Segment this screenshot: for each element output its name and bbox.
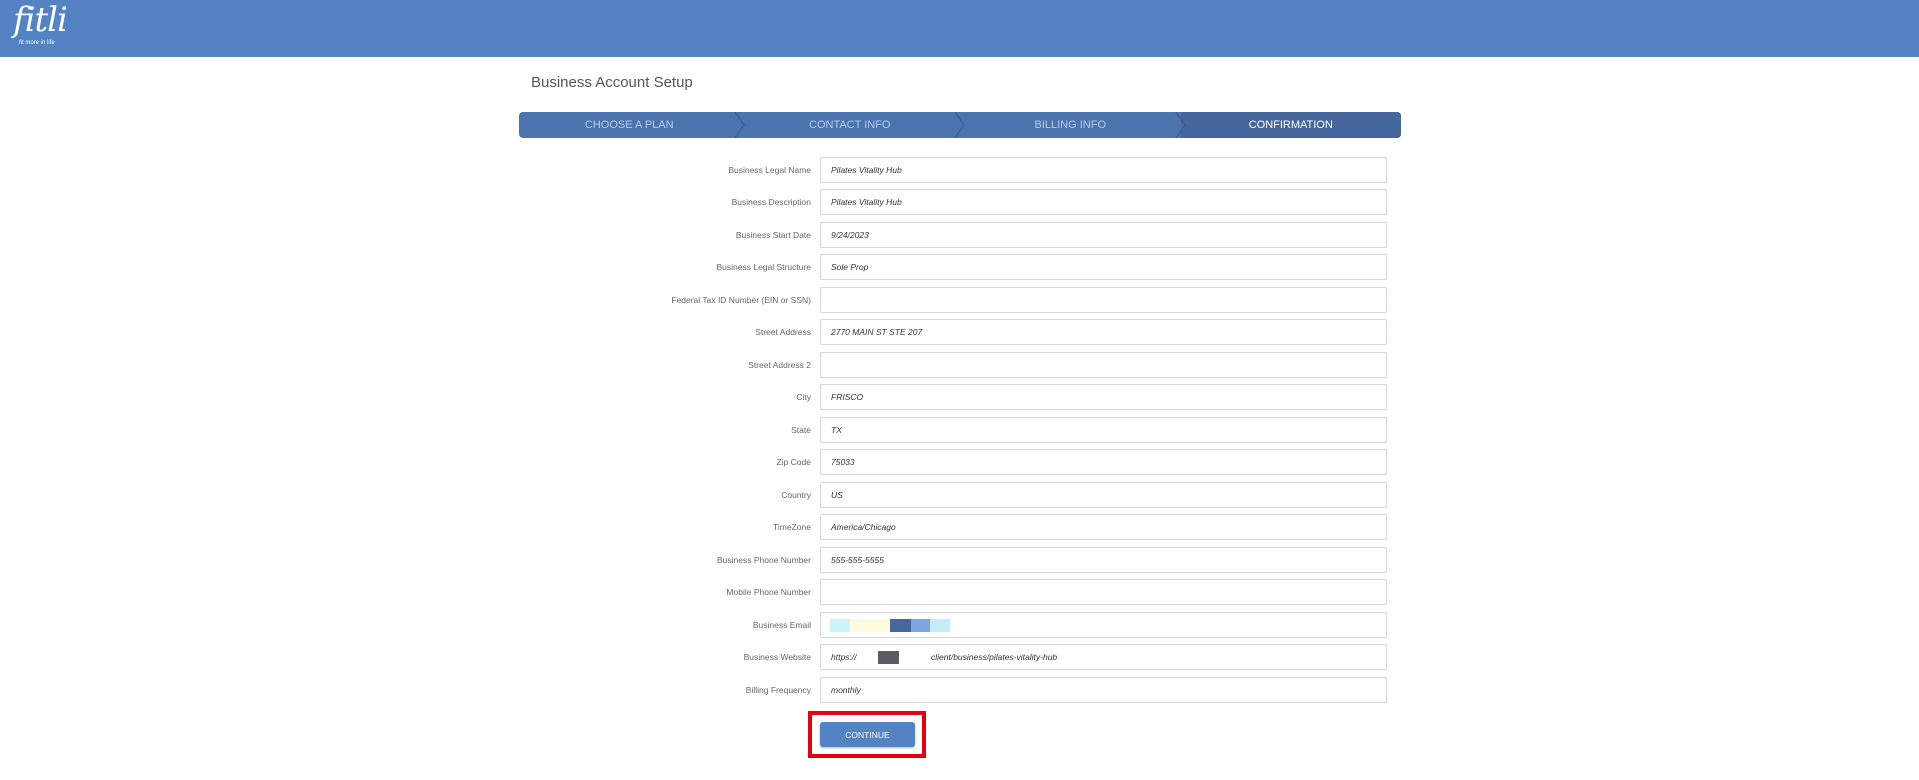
form-row-business-website: Business Website https:// client/busines…: [560, 644, 1390, 672]
business-email-field[interactable]: [820, 612, 1387, 638]
form-row-business-legal-name: Business Legal Name Pilates Vitality Hub: [560, 157, 1390, 185]
timezone-field[interactable]: America/Chicago: [820, 514, 1387, 540]
field-label: Business Website: [743, 652, 811, 662]
form-row-country: Country US: [560, 482, 1390, 510]
redacted-block: [850, 619, 890, 632]
form-row-federal-tax-id: Federal Tax ID Number (EIN or SSN): [560, 287, 1390, 315]
step-label: CHOOSE A PLAN: [584, 119, 674, 131]
top-bar: fitli fit more in life: [0, 0, 1919, 57]
mobile-phone-field[interactable]: [820, 579, 1387, 605]
form-row-business-phone: Business Phone Number 555-555-5555: [560, 547, 1390, 575]
field-label: Business Phone Number: [716, 555, 811, 565]
chevron-right-icon: [733, 112, 745, 138]
logo-wordmark: fitli: [13, 0, 68, 40]
continue-button[interactable]: CONTINUE: [820, 722, 915, 747]
field-label: Business Legal Structure: [716, 262, 812, 272]
field-label: Street Address 2: [748, 360, 811, 370]
form-row-business-legal-structure: Business Legal Structure Sole Prop: [560, 254, 1390, 282]
zip-code-field[interactable]: 75033: [820, 449, 1387, 475]
form-row-street-address: Street Address 2770 MAIN ST STE 207: [560, 319, 1390, 347]
form-row-city: City FRISCO: [560, 384, 1390, 412]
step-label: CONTACT INFO: [809, 119, 891, 131]
state-field[interactable]: TX: [820, 417, 1387, 443]
step-label: BILLING INFO: [1034, 119, 1107, 131]
form-row-timezone: TimeZone America/Chicago: [560, 514, 1390, 542]
form-row-zip-code: Zip Code 75033: [560, 449, 1390, 477]
field-label: Mobile Phone Number: [726, 587, 811, 597]
step-confirmation[interactable]: CONFIRMATION: [1180, 112, 1401, 138]
form-row-business-email: Business Email: [560, 612, 1390, 640]
redacted-block: [911, 619, 930, 632]
business-legal-name-field[interactable]: Pilates Vitality Hub: [820, 157, 1387, 183]
form-row-business-start-date: Business Start Date 9/24/2023: [560, 222, 1390, 250]
street-address-field[interactable]: 2770 MAIN ST STE 207: [820, 319, 1387, 345]
form-row-business-description: Business Description Pilates Vitality Hu…: [560, 189, 1390, 217]
business-phone-field[interactable]: 555-555-5555: [820, 547, 1387, 573]
page-title: Business Account Setup: [531, 74, 693, 91]
redacted-block: [930, 619, 950, 632]
business-website-field[interactable]: https:// client/business/pilates-vitalit…: [820, 644, 1387, 670]
redacted-block: [890, 619, 911, 632]
field-label: TimeZone: [773, 522, 811, 532]
field-label: Street Address: [755, 327, 811, 337]
field-label: Business Start Date: [735, 230, 811, 240]
field-label: Business Email: [752, 620, 811, 630]
form-row-state: State TX: [560, 417, 1390, 445]
field-label: Business Description: [731, 197, 811, 207]
redacted-block: [830, 619, 850, 632]
fitli-logo[interactable]: fitli fit more in life: [9, 0, 69, 48]
field-label: State: [791, 425, 811, 435]
step-billing-info[interactable]: BILLING INFO: [960, 112, 1186, 138]
step-contact-info[interactable]: CONTACT INFO: [740, 112, 965, 138]
redacted-block: [878, 651, 899, 664]
city-field[interactable]: FRISCO: [820, 384, 1387, 410]
form-row-street-address-2: Street Address 2: [560, 352, 1390, 380]
setup-stepper: CHOOSE A PLAN CONTACT INFO BILLING INFO …: [519, 112, 1401, 138]
street-address-2-field[interactable]: [820, 352, 1387, 378]
field-label: Business Legal Name: [728, 165, 811, 175]
field-label: City: [796, 392, 811, 402]
chevron-right-icon: [954, 112, 965, 138]
step-label: CONFIRMATION: [1248, 119, 1333, 131]
logo-tagline: fit more in life: [19, 40, 55, 46]
country-field[interactable]: US: [820, 482, 1387, 508]
billing-frequency-field[interactable]: monthly: [820, 677, 1387, 703]
chevron-right-icon: [1174, 112, 1186, 138]
field-label: Country: [781, 490, 811, 500]
business-start-date-field[interactable]: 9/24/2023: [820, 222, 1387, 248]
field-label: Federal Tax ID Number (EIN or SSN): [671, 295, 811, 305]
form-row-mobile-phone: Mobile Phone Number: [560, 579, 1390, 607]
field-label: Zip Code: [776, 457, 812, 467]
website-prefix: https://: [831, 652, 857, 662]
website-suffix: client/business/pilates-vitality-hub: [931, 652, 1058, 662]
business-description-field[interactable]: Pilates Vitality Hub: [820, 189, 1387, 215]
federal-tax-id-field[interactable]: [820, 287, 1387, 313]
business-legal-structure-field[interactable]: Sole Prop: [820, 254, 1387, 280]
field-label: Billing Frequency: [745, 685, 811, 695]
form-row-billing-frequency: Billing Frequency monthly: [560, 677, 1390, 705]
step-choose-a-plan[interactable]: CHOOSE A PLAN: [519, 112, 745, 138]
